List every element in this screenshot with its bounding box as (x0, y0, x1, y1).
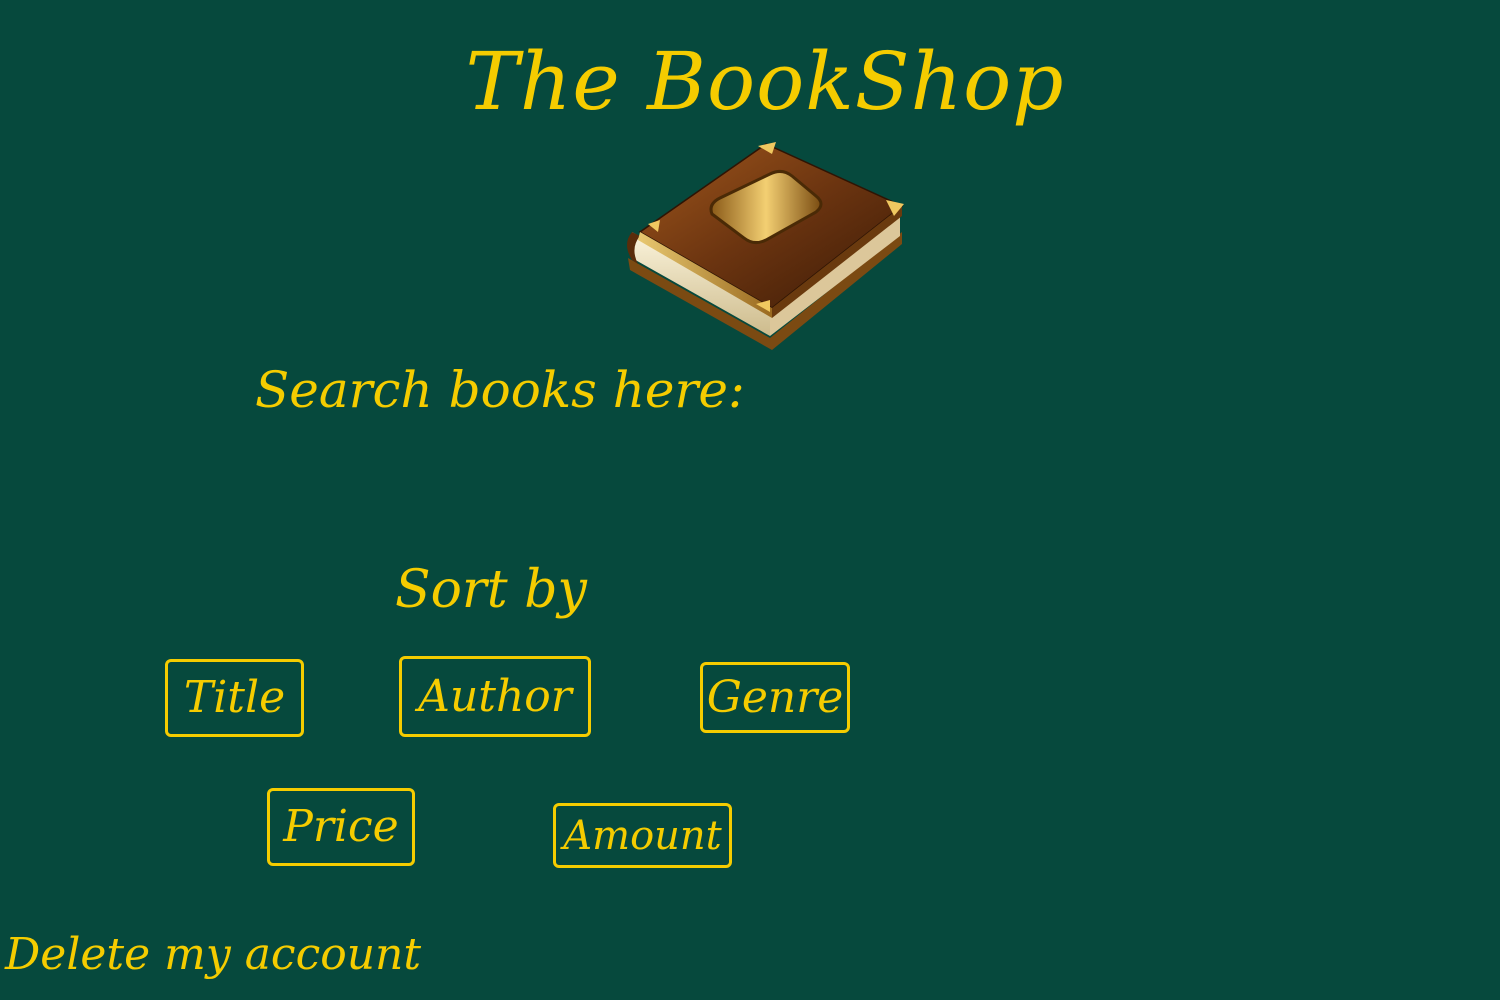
book-icon (627, 142, 904, 350)
app-title: The BookShop (465, 35, 1065, 128)
sort-by-price-button[interactable]: Price (267, 788, 415, 866)
sort-by-title-button[interactable]: Title (165, 659, 304, 737)
delete-account-link[interactable]: Delete my account (5, 920, 421, 990)
search-label: Search books here: (255, 361, 745, 419)
sort-by-label: Sort by (395, 560, 587, 620)
sort-by-genre-button[interactable]: Genre (700, 662, 850, 733)
sort-by-author-button[interactable]: Author (399, 656, 591, 737)
sort-by-amount-button[interactable]: Amount (553, 803, 732, 868)
